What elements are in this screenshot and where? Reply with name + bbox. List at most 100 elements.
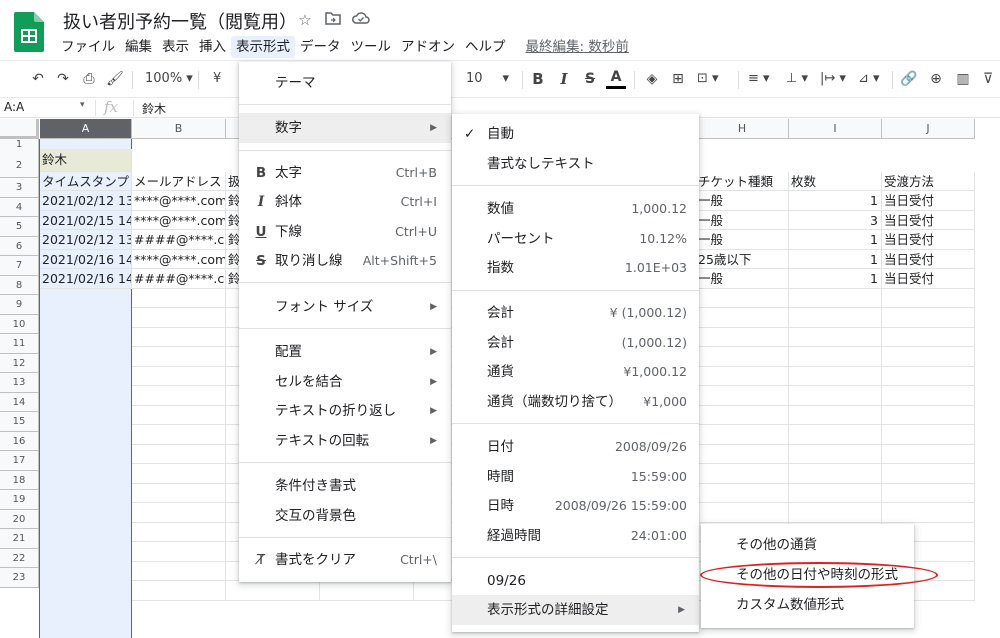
row-header[interactable]: 5 xyxy=(0,217,39,237)
empty-cell[interactable] xyxy=(882,288,975,308)
menu-item-wrap[interactable]: テキストの折り返し ▶ xyxy=(239,396,451,426)
row-header[interactable]: 16 xyxy=(0,431,39,451)
empty-cell[interactable] xyxy=(789,405,882,425)
row-header[interactable]: 10 xyxy=(0,314,39,334)
empty-cell[interactable] xyxy=(696,288,789,308)
empty-cell[interactable] xyxy=(696,366,789,386)
empty-cell[interactable] xyxy=(696,347,789,367)
star-icon[interactable]: ☆ xyxy=(296,11,314,29)
row-header[interactable]: 15 xyxy=(0,412,39,432)
filter-icon[interactable]: ⊽ xyxy=(978,69,998,89)
table-cell[interactable]: 2021/02/12 13:0 xyxy=(40,191,132,211)
column-header-i[interactable]: I xyxy=(789,119,882,139)
empty-cell[interactable] xyxy=(789,464,882,484)
row-header[interactable]: 23 xyxy=(0,568,39,588)
row-header[interactable]: 3 xyxy=(0,178,39,198)
empty-cell[interactable] xyxy=(696,444,789,464)
table-cell[interactable]: 当日受付 xyxy=(882,249,975,269)
menu-item-theme[interactable]: テーマ xyxy=(239,68,451,98)
name-box[interactable]: A:A xyxy=(4,100,24,114)
move-folder-icon[interactable] xyxy=(324,11,342,29)
column-header-b[interactable]: B xyxy=(132,119,226,139)
menu-format[interactable]: 表示形式 xyxy=(231,36,295,58)
row-header[interactable]: 2 xyxy=(0,158,39,178)
bold-icon[interactable]: B xyxy=(528,69,548,89)
empty-cell[interactable] xyxy=(696,327,789,347)
empty-cell[interactable] xyxy=(882,386,975,406)
row-header[interactable]: 22 xyxy=(0,548,39,568)
table-cell[interactable]: 3 xyxy=(789,210,882,230)
menu-item-conditional-format[interactable]: 条件付き書式 xyxy=(239,471,451,501)
empty-cell[interactable] xyxy=(789,288,882,308)
empty-cell[interactable] xyxy=(882,405,975,425)
menu-item-italic[interactable]: I 斜体 Ctrl+I xyxy=(239,187,451,217)
table-cell[interactable]: 当日受付 xyxy=(882,210,975,230)
empty-cell[interactable] xyxy=(882,366,975,386)
empty-cell[interactable] xyxy=(696,308,789,328)
menu-insert[interactable]: 挿入 xyxy=(194,36,231,58)
column-header-a[interactable]: A xyxy=(40,119,132,139)
number-format-item[interactable]: 09/26 xyxy=(452,566,699,596)
table-cell[interactable]: 一般 xyxy=(696,191,789,211)
table-cell[interactable]: ****@****.com xyxy=(132,210,226,230)
fill-color-icon[interactable]: ◈ xyxy=(642,69,662,89)
insert-comment-icon[interactable]: ⊕ xyxy=(926,69,946,89)
menu-item-strikethrough[interactable]: S 取り消し線 Alt+Shift+5 xyxy=(239,246,451,276)
custom-number-format-item[interactable]: カスタム数値形式 xyxy=(701,590,914,620)
table-cell[interactable]: 1 xyxy=(789,230,882,250)
undo-icon[interactable]: ↶ xyxy=(28,69,48,89)
empty-cell[interactable] xyxy=(320,581,414,601)
number-format-item[interactable]: 数値 1,000.12 xyxy=(452,194,699,224)
cell-a1[interactable]: 鈴木 xyxy=(40,149,132,172)
redo-icon[interactable]: ↷ xyxy=(53,69,73,89)
cloud-saved-icon[interactable] xyxy=(352,11,370,29)
empty-cell[interactable] xyxy=(132,503,226,523)
column-header-h[interactable]: H xyxy=(696,119,789,139)
empty-cell[interactable] xyxy=(132,561,226,581)
row-header[interactable]: 20 xyxy=(0,509,39,529)
number-format-item[interactable]: 書式なしテキスト xyxy=(452,149,699,179)
row-header[interactable]: 4 xyxy=(0,197,39,217)
table-cell[interactable]: 当日受付 xyxy=(882,191,975,211)
menu-item-merge[interactable]: セルを結合 ▶ xyxy=(239,367,451,397)
empty-cell[interactable] xyxy=(132,386,226,406)
menu-item-font-size[interactable]: フォント サイズ ▶ xyxy=(239,292,451,322)
table-cell[interactable]: 当日受付 xyxy=(882,230,975,250)
number-format-item[interactable]: 時間 15:59:00 xyxy=(452,462,699,492)
empty-cell[interactable] xyxy=(882,308,975,328)
empty-cell[interactable] xyxy=(882,483,975,503)
empty-cell[interactable] xyxy=(132,464,226,484)
empty-cell[interactable] xyxy=(132,522,226,542)
table-cell[interactable]: 受渡方法 xyxy=(882,171,975,191)
text-color-icon[interactable]: A xyxy=(606,69,626,89)
number-format-item[interactable]: 経過時間 24:01:00 xyxy=(452,521,699,551)
row-header[interactable]: 18 xyxy=(0,470,39,490)
row-header[interactable]: 8 xyxy=(0,275,39,295)
empty-cell[interactable] xyxy=(132,366,226,386)
empty-cell[interactable] xyxy=(696,425,789,445)
empty-cell[interactable] xyxy=(696,464,789,484)
menu-help[interactable]: ヘルプ xyxy=(460,36,511,58)
name-box-dropdown-icon[interactable]: ▾ xyxy=(80,100,85,110)
table-cell[interactable]: 当日受付 xyxy=(882,269,975,289)
empty-cell[interactable] xyxy=(789,308,882,328)
empty-cell[interactable] xyxy=(789,386,882,406)
empty-cell[interactable] xyxy=(132,444,226,464)
vertical-align-icon[interactable]: ⊥ ▾ xyxy=(786,69,808,89)
table-cell[interactable]: 一般 xyxy=(696,210,789,230)
menu-item-bold[interactable]: B 太字 Ctrl+B xyxy=(239,158,451,188)
menu-item-clear-format[interactable]: T̸ 書式をクリア Ctrl+\ xyxy=(239,545,451,575)
empty-cell[interactable] xyxy=(789,347,882,367)
table-cell[interactable]: 1 xyxy=(789,249,882,269)
empty-cell[interactable] xyxy=(882,444,975,464)
row-header[interactable]: 19 xyxy=(0,490,39,510)
row-header[interactable]: 11 xyxy=(0,334,39,354)
table-cell[interactable]: 1 xyxy=(789,269,882,289)
number-format-item[interactable]: 会計 ¥ (1,000.12) xyxy=(452,298,699,328)
menu-item-alternating-colors[interactable]: 交互の背景色 xyxy=(239,501,451,531)
more-formats-item[interactable]: 表示形式の詳細設定 ▶ xyxy=(452,595,699,625)
table-cell[interactable]: ****@****.com xyxy=(132,249,226,269)
table-cell[interactable]: 2021/02/12 13:0 xyxy=(40,230,132,250)
number-format-item[interactable]: ✓ 自動 xyxy=(452,119,699,149)
empty-cell[interactable] xyxy=(789,366,882,386)
